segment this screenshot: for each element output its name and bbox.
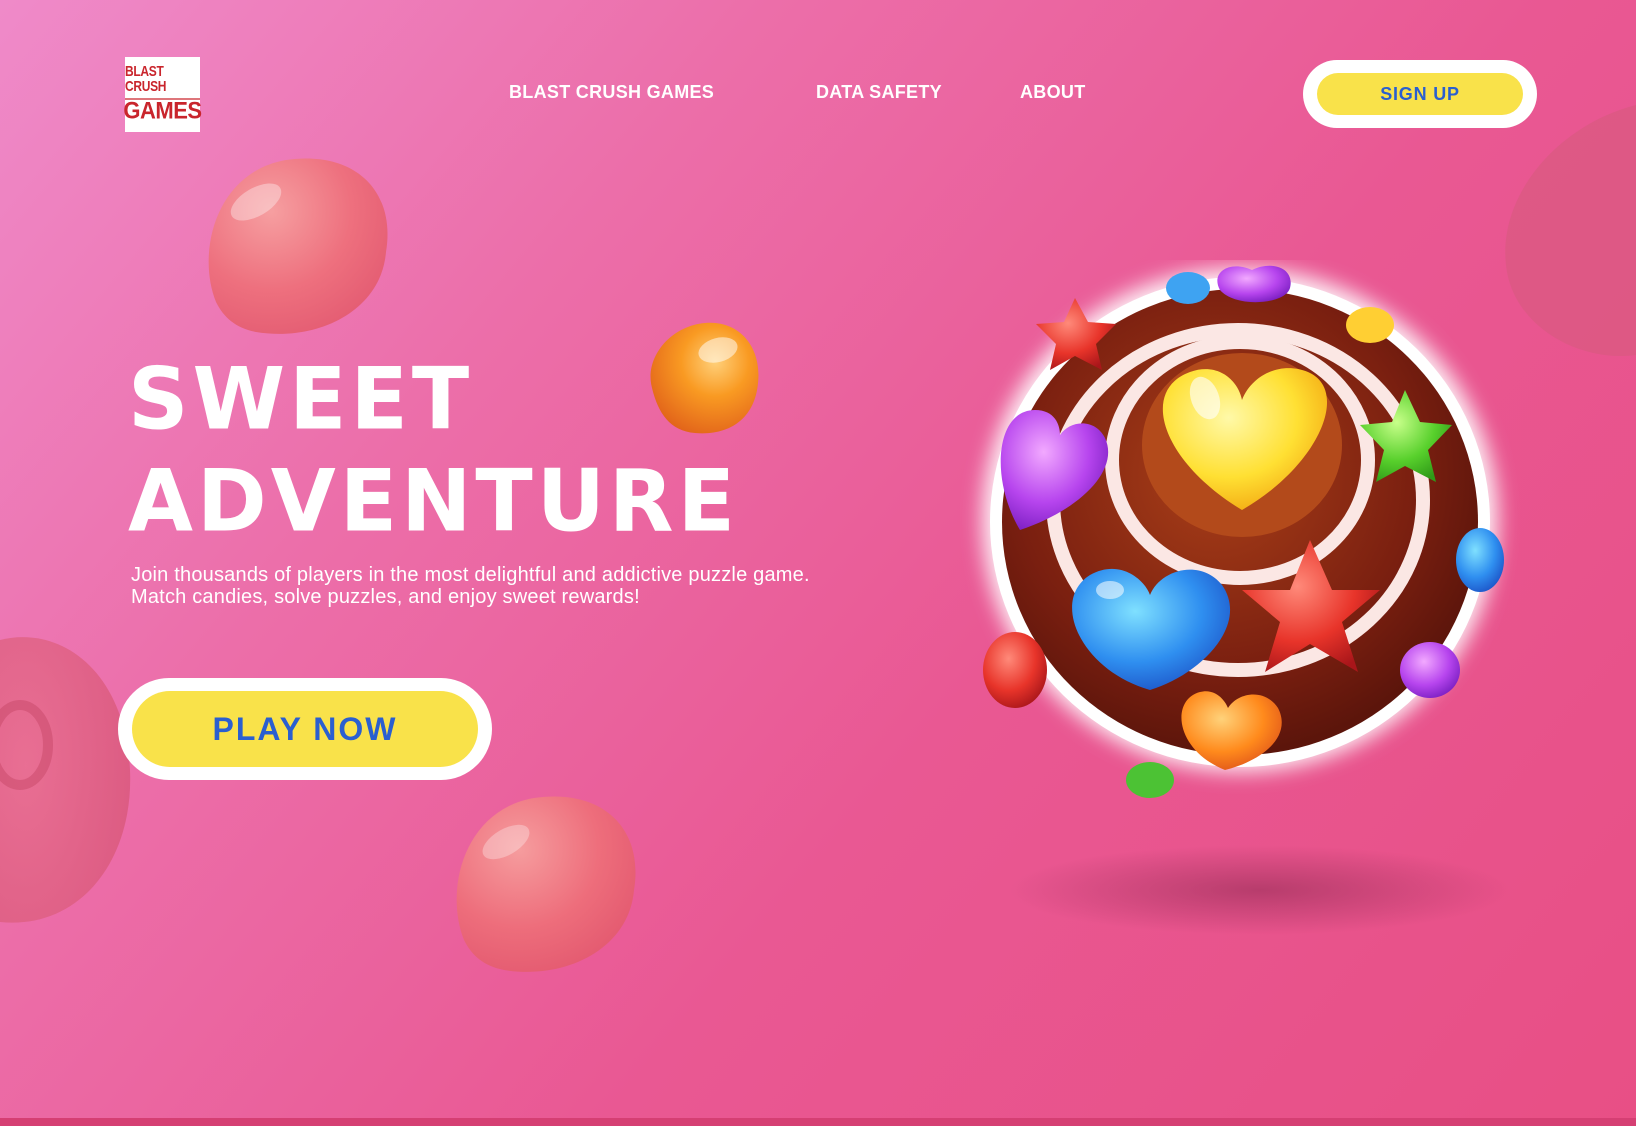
candy-decoration-bottom [456, 796, 636, 972]
logo-text-bottom: GAMES [123, 96, 202, 125]
brand-logo[interactable]: BLAST CRUSH GAMES [123, 57, 202, 132]
sign-up-button[interactable]: SIGN UP [1303, 60, 1537, 128]
nav-link-blast-crush-games[interactable]: BLAST CRUSH GAMES [509, 82, 714, 103]
landing-page: BLAST CRUSH GAMES BLAST CRUSH GAMES DATA… [0, 0, 1636, 1126]
candy-decoration-top-left [208, 158, 388, 334]
hero-title-line-1: SWEET [128, 349, 474, 449]
hero-description: Join thousands of players in the most de… [131, 564, 810, 608]
candy-cake-illustration [982, 265, 1510, 935]
hero-title: SWEET ADVENTURE [128, 348, 739, 552]
hero-title-line-2: ADVENTURE [128, 451, 739, 551]
nav-link-data-safety[interactable]: DATA SAFETY [816, 82, 942, 103]
sign-up-button-label: SIGN UP [1317, 73, 1523, 115]
nav-link-about[interactable]: ABOUT [1020, 82, 1086, 103]
candy-decoration-left-edge [0, 637, 131, 923]
play-now-button[interactable]: PLAY NOW [118, 678, 492, 780]
play-now-button-label: PLAY NOW [132, 691, 478, 767]
logo-text-top: BLAST CRUSH [125, 63, 200, 100]
footer-strip [0, 1118, 1636, 1126]
